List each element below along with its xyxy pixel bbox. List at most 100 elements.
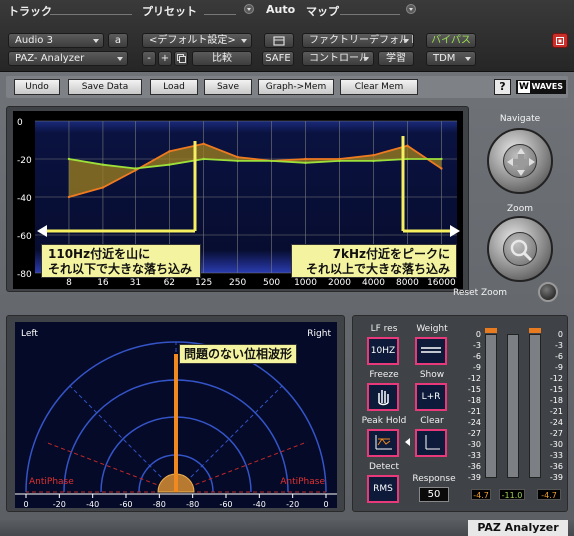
chevron-down-icon: [403, 39, 409, 43]
next-preset-button[interactable]: +: [158, 51, 172, 66]
meter-scale-label: -30: [467, 440, 481, 449]
peak-hold-button[interactable]: [367, 429, 399, 457]
series-1-point: [440, 167, 443, 170]
high-frequency-annotation-line1: 7kHz付近をピークに: [332, 247, 450, 261]
host-plugin-header: トラック プリセット Auto マップ Audio 3 a <デフォルト設定> …: [0, 0, 574, 72]
meter-scale-label: -24: [467, 418, 481, 427]
plugin-footer: PAZ Analyzer: [0, 520, 574, 536]
frequency-analyzer-panel: 0 -20 -40 -60 -80 8 16 31 62 125 250 500 1000 2000 40…: [6, 106, 469, 292]
show-button[interactable]: L+R: [415, 383, 447, 411]
learn-button[interactable]: 学習: [378, 51, 414, 66]
close-button[interactable]: [552, 33, 568, 48]
chevron-down-icon: [244, 4, 254, 14]
help-button[interactable]: ?: [494, 79, 511, 95]
map-header: マップ: [306, 3, 339, 18]
save-data-button[interactable]: Save Data: [68, 79, 142, 95]
x-tick-label: 2000: [328, 278, 351, 288]
meter-scale-label: -33: [467, 451, 481, 460]
right-peak-readout: -4.7: [537, 489, 561, 500]
x-tick-label: 4000: [362, 278, 385, 288]
chevron-down-icon: [117, 57, 123, 61]
paz-analyzer-plugin: Undo Save Data Load Save Graph->Mem Clea…: [0, 72, 574, 536]
meter-scale-label: -9: [473, 363, 481, 372]
track-letter-button[interactable]: a: [108, 33, 128, 48]
preset-select[interactable]: <デフォルト設定>: [142, 33, 252, 48]
x-tick-label: 500: [263, 278, 280, 288]
previous-preset-button[interactable]: -: [142, 51, 156, 66]
waves-w-icon: W: [518, 81, 530, 93]
preset-header[interactable]: プリセット: [142, 3, 197, 18]
left-peak-indicator: [485, 328, 497, 333]
save-button[interactable]: Save: [204, 79, 252, 95]
hand-icon: [378, 390, 389, 406]
tdm-select[interactable]: TDM: [426, 51, 476, 66]
y-tick-label: -20: [17, 156, 32, 166]
clear-memory-button[interactable]: Clear Mem: [340, 79, 418, 95]
compare-button[interactable]: 比較: [192, 51, 252, 66]
clear-label: Clear: [420, 416, 444, 426]
weight-button[interactable]: [415, 337, 447, 365]
meter-scale-label: -39: [467, 473, 481, 482]
undo-button[interactable]: Undo: [14, 79, 60, 95]
response-label: Response: [412, 474, 456, 484]
meter-scale-label: -15: [549, 385, 563, 394]
bypass-button[interactable]: バイパス: [426, 33, 476, 48]
detect-button[interactable]: RMS: [367, 475, 399, 503]
navigate-knob[interactable]: [487, 128, 553, 194]
meter-scale-label: -12: [467, 374, 481, 383]
antiphase-right-label: AntiPhase: [280, 477, 325, 487]
control-select[interactable]: コントロール: [302, 51, 374, 66]
response-value[interactable]: 50: [419, 487, 449, 502]
x-tick-label: 62: [164, 278, 175, 288]
left-channel-label: Left: [21, 329, 38, 339]
map-header-label: マップ: [306, 5, 339, 18]
track-header: トラック: [8, 3, 52, 18]
analyzer-controls-panel: LF res 10HZ Weight Freeze Show L+R Peak …: [352, 315, 568, 512]
track-select[interactable]: Audio 3: [8, 33, 104, 48]
right-channel-label: Right: [307, 329, 331, 339]
left-level-meter: [485, 334, 497, 478]
phase-x-tick-label: -60: [219, 500, 232, 508]
track-header-label: トラック: [8, 5, 52, 18]
series-2-point: [236, 159, 239, 163]
chevron-down-icon: [363, 57, 369, 61]
meter-scale-label: -21: [549, 407, 563, 416]
map-menu-button[interactable]: [402, 3, 416, 17]
weight-label: Weight: [416, 324, 448, 334]
meter-scale-label: -18: [467, 396, 481, 405]
y-tick-label: -60: [17, 232, 32, 242]
graph-to-memory-button[interactable]: Graph->Mem: [258, 79, 334, 95]
meter-scale-label: -39: [549, 473, 563, 482]
zoom-knob[interactable]: [487, 216, 553, 282]
series-1-point: [406, 144, 409, 147]
freeze-button[interactable]: [367, 383, 399, 411]
x-tick-label: 31: [130, 278, 141, 288]
plugin-name-label: PAZ Analyzer: [468, 520, 568, 536]
plugin-select[interactable]: PAZ- Analyzer: [8, 51, 128, 66]
phase-x-tick-label: -40: [86, 500, 99, 508]
lf-res-button[interactable]: 10HZ: [367, 337, 399, 365]
compare-window-button[interactable]: [264, 33, 294, 48]
phase-x-tick-label: -40: [253, 500, 266, 508]
phase-x-tick-label: -80: [153, 500, 166, 508]
low-frequency-annotation-line1: 110Hz付近を山に: [48, 247, 151, 261]
x-tick-label: 16000: [427, 278, 456, 288]
safe-button[interactable]: SAFE: [262, 51, 294, 66]
navigate-cross-icon: [503, 144, 537, 178]
series-1-point: [372, 154, 375, 157]
clear-button[interactable]: [415, 429, 447, 457]
meter-scale-label: -3: [555, 341, 563, 350]
x-tick-label: 8: [66, 278, 72, 288]
reset-zoom-button[interactable]: [538, 282, 558, 302]
copy-icon: [176, 54, 186, 63]
meter-scale-label: -12: [549, 374, 563, 383]
preset-menu-button[interactable]: [240, 3, 254, 17]
chevron-down-icon: [93, 39, 99, 43]
x-tick-label: 1000: [294, 278, 317, 288]
x-tick-label: 16: [97, 278, 109, 288]
load-button[interactable]: Load: [150, 79, 198, 95]
peak-hold-label: Peak Hold: [361, 416, 407, 426]
map-select[interactable]: ファクトリーデフォルト: [302, 33, 414, 48]
meter-scale-label: 0: [475, 330, 481, 339]
copy-settings-button[interactable]: [174, 51, 188, 66]
